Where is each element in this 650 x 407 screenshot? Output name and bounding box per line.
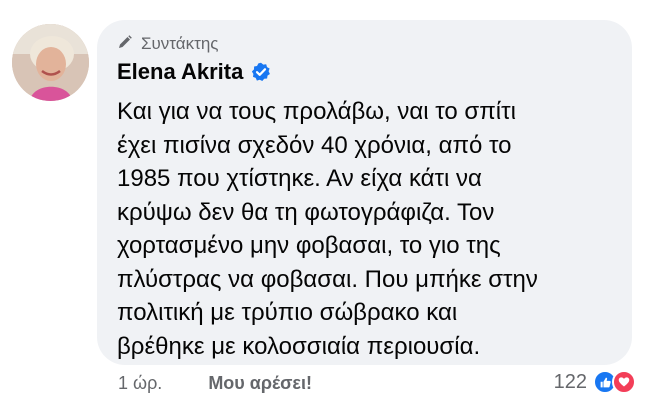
like-button[interactable]: Μου αρέσει! xyxy=(208,373,312,394)
comment-text: Και για να τους προλάβω, ναι το σπίτι έχ… xyxy=(117,98,538,360)
role-badge: Συντάκτης xyxy=(117,34,612,54)
author-name[interactable]: Elena Akrita xyxy=(117,59,243,85)
author-row: Elena Akrita xyxy=(117,57,612,87)
reactions-summary[interactable]: 122 xyxy=(554,370,636,394)
comment-actions: 1 ώρ. Μου αρέσει! xyxy=(118,373,312,394)
love-reaction-icon xyxy=(612,370,636,394)
pencil-icon xyxy=(117,34,133,55)
reaction-icons xyxy=(593,370,636,394)
comment-bubble: Συντάκτης Elena Akrita Και για να τους π… xyxy=(97,20,632,365)
verified-badge-icon xyxy=(251,62,271,82)
role-label: Συντάκτης xyxy=(141,34,219,53)
avatar[interactable] xyxy=(12,24,89,101)
timestamp[interactable]: 1 ώρ. xyxy=(118,373,162,394)
comment-thread: Συντάκτης Elena Akrita Και για να τους π… xyxy=(0,0,650,407)
reaction-count: 122 xyxy=(553,370,587,393)
